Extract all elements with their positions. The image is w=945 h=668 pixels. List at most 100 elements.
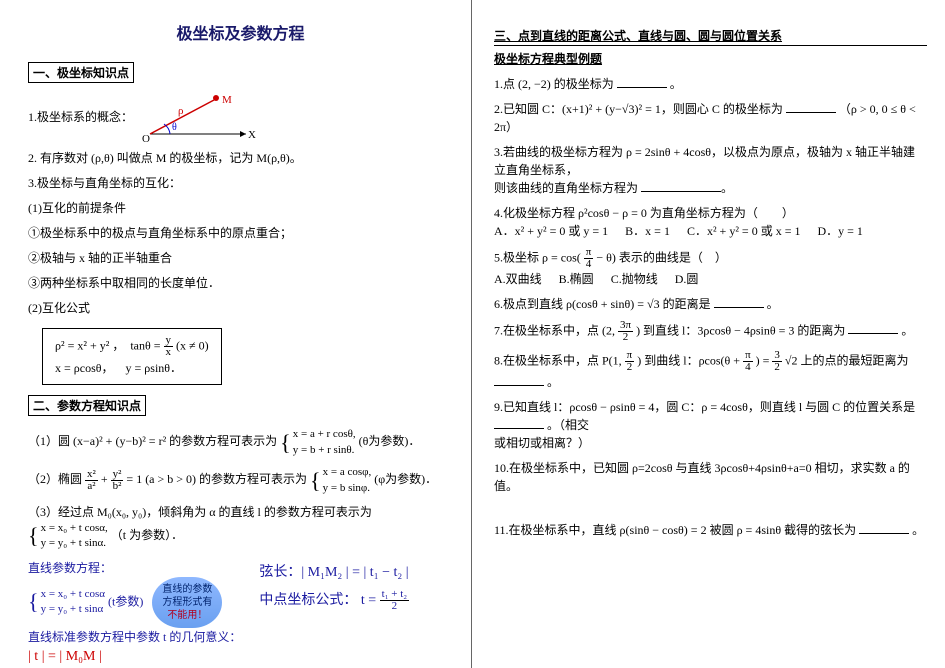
- pm2tail: (φ为参数)．: [374, 472, 437, 486]
- q5A[interactable]: A.双曲线: [494, 272, 542, 286]
- q11a: 11.在极坐标系中，直线 ρ(sinθ − cosθ) = 2 被圆 ρ = 4…: [494, 523, 856, 537]
- q1b: 。: [670, 77, 682, 91]
- section-3-head: 三、点到直线的距离公式、直线与圆、圆与圆位置关系: [494, 26, 927, 46]
- right-side-formulas: 弦长：| M₁M₂ | = | t₁ − t₂ | 中点坐标公式： t = t₁…: [259, 559, 409, 615]
- q5C[interactable]: C.抛物线: [611, 272, 658, 286]
- pm2a: （2）椭圆: [28, 472, 85, 486]
- q8a: 8.在极坐标系中，点 P(1,: [494, 353, 625, 367]
- concept-line: 1.极坐标系的概念： M O ρ θ X: [28, 94, 453, 142]
- q1a: 1.点 (2, −2) 的极坐标为: [494, 77, 614, 91]
- q5D[interactable]: D.圆: [675, 272, 699, 286]
- c1c: ③两种坐标系中取相同的长度单位．: [28, 274, 453, 292]
- pm1tail: (θ为参数)．: [359, 435, 421, 449]
- pm1eq2: y = b + r sinθ.: [293, 443, 356, 458]
- q5mid: − θ) 表示的曲线是（ ）: [596, 250, 727, 264]
- q3-blank[interactable]: [641, 181, 721, 192]
- q3: 3.若曲线的极坐标方程为 ρ = 2sinθ + 4cosθ，以极点为原点，极轴…: [494, 143, 927, 197]
- q7a: 7.在极坐标系中，点 (2,: [494, 323, 618, 337]
- q11b: 。: [912, 523, 924, 537]
- c2: (2)互化公式: [28, 299, 453, 317]
- q7-blank[interactable]: [848, 323, 898, 334]
- q7-frac: 3π2: [618, 320, 633, 343]
- q1: 1.点 (2, −2) 的极坐标为 。: [494, 75, 927, 93]
- q6-blank[interactable]: [714, 297, 764, 308]
- page-root: 极坐标及参数方程 一、极坐标知识点 1.极坐标系的概念： M O ρ θ X: [0, 0, 945, 668]
- q7b: ) 到直线 l：3ρcosθ − 4ρsinθ = 3 的距离为: [636, 323, 845, 337]
- q5: 5.极坐标 ρ = cos( π4 − θ) 表示的曲线是（ ） A.双曲线 B…: [494, 247, 927, 288]
- section-1-head: 一、极坐标知识点: [28, 62, 134, 83]
- q7: 7.在极坐标系中，点 (2, 3π2 ) 到直线 l：3ρcosθ − 4ρsi…: [494, 320, 927, 343]
- q4C[interactable]: C．x² + y² = 0 或 x = 1: [687, 224, 801, 238]
- q8-blank[interactable]: [494, 375, 544, 386]
- q2: 2.已知圆 C：(x+1)² + (y−√3)² = 1，则圆心 C 的极坐标为…: [494, 100, 927, 136]
- ps-note: (t参数): [108, 594, 143, 608]
- pm2eq1: x = a cosφ,: [323, 465, 372, 480]
- fbox1: ρ² = x² + y² ， tanθ =: [55, 338, 164, 352]
- ps-eq: { x = x₀ + t cosα y = y₀ + t sinα: [28, 587, 105, 618]
- fbox-row1: ρ² = x² + y² ， tanθ = yx (x ≠ 0): [55, 335, 209, 358]
- ps-eq1: x = x₀ + t cosα: [41, 587, 105, 602]
- pm3tail: （t 为参数）．: [111, 528, 183, 542]
- q2a: 2.已知圆 C：(x+1)² + (y−√3)² = 1，则圆心 C 的极坐标为: [494, 102, 783, 116]
- q8c: ) =: [756, 353, 773, 367]
- ps-t: | t | = | M₀M |: [28, 646, 241, 667]
- section-2-head: 二、参数方程知识点: [28, 395, 146, 416]
- circle-param-eq: { x = a + r cosθ, y = b + r sinθ.: [280, 427, 355, 458]
- q8e: 。: [547, 375, 559, 389]
- q5B[interactable]: B.椭圆: [559, 272, 594, 286]
- label-O: O: [142, 133, 150, 142]
- param-ellipse: （2）椭圆 x²a² + y²b² = 1 (a > b > 0) 的参数方程可…: [28, 465, 453, 496]
- bubble1: 直线的参数: [162, 584, 212, 595]
- bubble3: 不能用！: [167, 610, 207, 621]
- q8b: ) 到曲线 l：ρcos(θ +: [637, 353, 743, 367]
- fbox-row2: x = ρcosθ， y = ρsinθ．: [55, 358, 209, 378]
- bubble2: 方程形式有: [162, 597, 212, 608]
- q8-frac1: π2: [625, 350, 635, 373]
- pm2mid: = 1 (a > b > 0) 的参数方程可表示为: [126, 472, 307, 486]
- q3b: 则该曲线的直角坐标方程为: [494, 181, 638, 195]
- ellipse-frac-x: x²a²: [85, 469, 98, 492]
- q11: 11.在极坐标系中，直线 ρ(sinθ − cosθ) = 2 被圆 ρ = 4…: [494, 521, 927, 539]
- left-column: 极坐标及参数方程 一、极坐标知识点 1.极坐标系的概念： M O ρ θ X: [0, 0, 472, 668]
- polar-diagram: M O ρ θ X: [136, 94, 256, 142]
- label-M: M: [222, 94, 232, 106]
- right-column: 三、点到直线的距离公式、直线与圆、圆与圆位置关系 极坐标方程典型例题 1.点 (…: [472, 0, 945, 668]
- q4B[interactable]: B．x = 1: [625, 224, 670, 238]
- q4A[interactable]: A．x² + y² = 0 或 y = 1: [494, 224, 608, 238]
- c1a: ①极坐标系中的极点与直角坐标系中的原点重合；: [28, 224, 453, 242]
- q3a: 3.若曲线的极坐标方程为 ρ = 2sinθ + 4cosθ，以极点为原点，极轴…: [494, 143, 927, 179]
- q5-frac: π4: [584, 247, 594, 270]
- q5-options: A.双曲线 B.椭圆 C.抛物线 D.圆: [494, 270, 927, 288]
- c1: (1)互化的前提条件: [28, 199, 453, 217]
- tan-frac: yx: [164, 335, 174, 358]
- label-X: X: [248, 129, 256, 141]
- fbox2b: y = ρsinθ．: [126, 361, 183, 375]
- doc-title: 极坐标及参数方程: [28, 20, 453, 44]
- q4text: 4.化极坐标方程 ρ²cosθ − ρ = 0 为直角坐标方程为（ ）: [494, 204, 927, 222]
- rs2a: 中点坐标公式：: [259, 593, 357, 608]
- q2-blank[interactable]: [786, 102, 836, 113]
- q4D[interactable]: D．y = 1: [817, 224, 862, 238]
- q9b: 。（相交: [547, 418, 589, 432]
- pm3a: （3）经过点 M₀(x₀, y₀)，倾斜角为 α 的直线 l 的参数方程可表示为: [28, 505, 372, 519]
- q8-frac2: π4: [743, 350, 753, 373]
- fbox1b: (x ≠ 0): [176, 338, 209, 352]
- bubble-callout: 直线的参数 方程形式有 不能用！: [152, 577, 222, 628]
- q6: 6.极点到直线 ρ(cosθ + sinθ) = √3 的距离是 。: [494, 295, 927, 313]
- pm1eq1: x = a + r cosθ,: [293, 427, 356, 442]
- q1-blank[interactable]: [617, 77, 667, 88]
- q9-blank[interactable]: [494, 418, 544, 429]
- pm3eq2: y = y₀ + t sinα.: [41, 536, 108, 551]
- line-param-eq: { x = x₀ + t cosα, y = y₀ + t sinα.: [28, 521, 108, 552]
- pm3eq1: x = x₀ + t cosα,: [41, 521, 108, 536]
- q11-blank[interactable]: [859, 523, 909, 534]
- p3: 3.极坐标与直角坐标的互化：: [28, 174, 453, 192]
- q8-frac3: 32: [772, 350, 782, 373]
- q10: 10.在极坐标系中，已知圆 ρ=2cosθ 与直线 3ρcosθ+4ρsinθ+…: [494, 459, 927, 495]
- label-rho: ρ: [178, 105, 184, 117]
- q6b: 。: [767, 297, 779, 311]
- pm2eq2: y = b sinφ.: [323, 481, 372, 496]
- p1-text: 1.极坐标系的概念：: [28, 110, 133, 124]
- subhead: 极坐标方程典型例题: [494, 50, 927, 67]
- rs2b: t =: [361, 593, 380, 608]
